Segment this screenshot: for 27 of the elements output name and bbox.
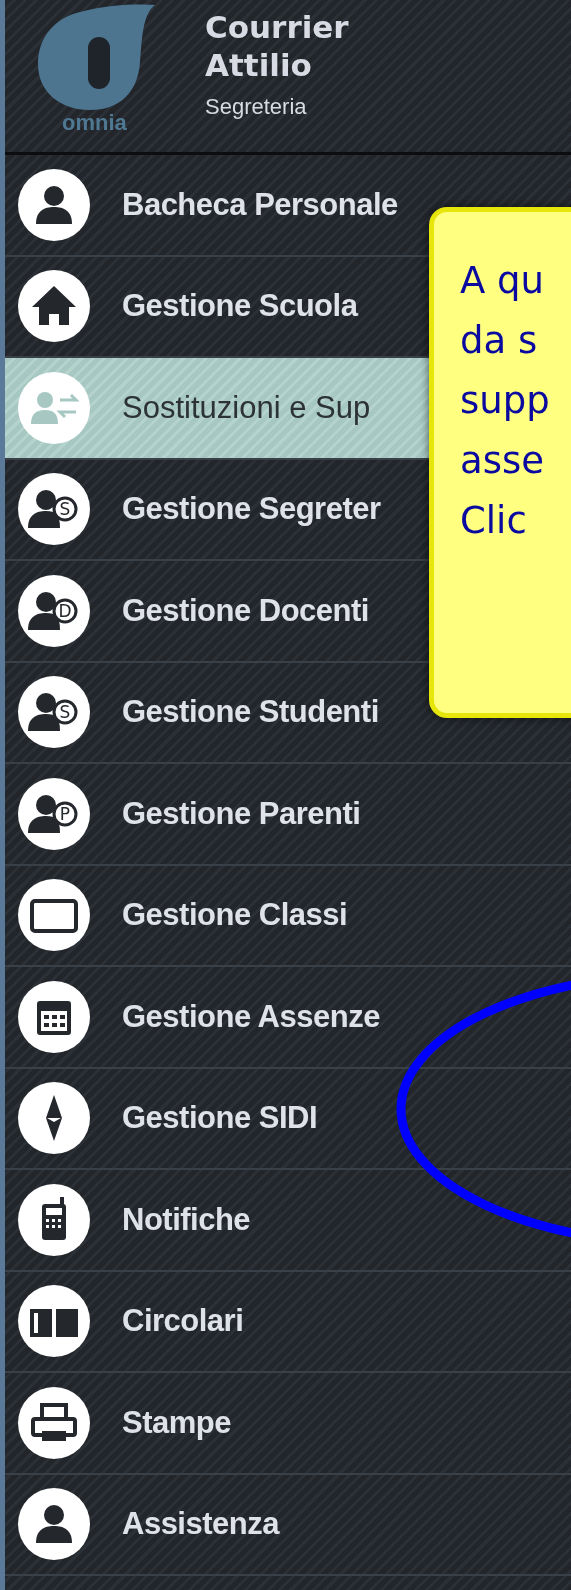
menu-item[interactable]: Gestione Classi bbox=[5, 865, 571, 967]
person-letter-icon: S bbox=[18, 676, 90, 749]
menu-item[interactable]: Assistenza bbox=[5, 1474, 571, 1576]
note-tooltip: A qu da s supp asse Clic bbox=[429, 207, 571, 718]
phone-icon bbox=[18, 1183, 90, 1256]
printer-icon bbox=[18, 1386, 90, 1459]
monitor-icon bbox=[18, 879, 90, 952]
menu-item[interactable]: Gestione SIDI bbox=[5, 1068, 571, 1170]
menu-item[interactable]: Circolari bbox=[5, 1271, 571, 1373]
user-role: Segreteria bbox=[205, 93, 308, 121]
people-swap-icon bbox=[18, 371, 90, 444]
home-icon bbox=[18, 270, 90, 343]
person-letter-icon: S bbox=[18, 473, 90, 546]
compass-icon bbox=[18, 1082, 90, 1155]
person-letter-icon: D bbox=[18, 574, 90, 647]
menu-item[interactable]: Notifiche bbox=[5, 1170, 571, 1272]
user-name: Courrier bbox=[205, 8, 349, 46]
logo-text: omnia bbox=[62, 109, 127, 137]
menu-item[interactable]: Stampe bbox=[5, 1373, 571, 1475]
calendar-icon bbox=[18, 980, 90, 1053]
person-icon bbox=[18, 1488, 90, 1561]
menu-item[interactable]: Gestione Assenze bbox=[5, 967, 571, 1069]
menu-item[interactable]: P Gestione Parenti bbox=[5, 764, 571, 866]
book-icon bbox=[18, 1285, 90, 1358]
user-name: Attilio bbox=[205, 46, 313, 84]
person-letter-icon: P bbox=[18, 777, 90, 850]
person-icon bbox=[18, 168, 90, 241]
